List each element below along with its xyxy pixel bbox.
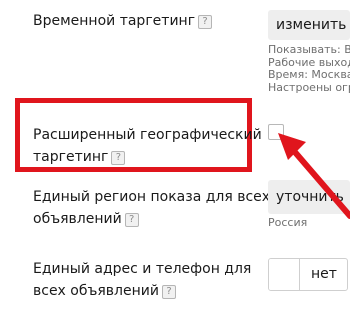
annotation-arrow-icon	[278, 133, 350, 219]
arrow-shaft	[291, 148, 350, 219]
